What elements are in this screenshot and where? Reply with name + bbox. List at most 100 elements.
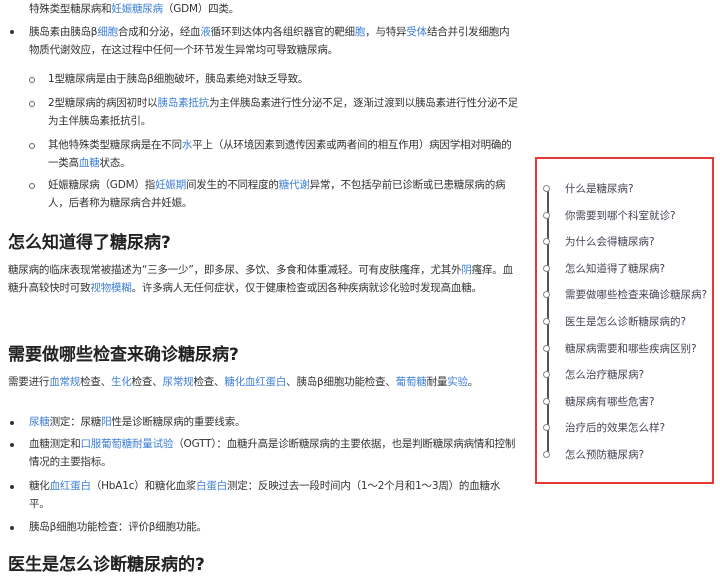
toc-node-icon (543, 264, 550, 272)
toc-item[interactable]: 治疗后的效果怎么样? (537, 419, 712, 439)
toc-node-icon (543, 397, 550, 405)
toc-item-label: 医生是怎么诊断糖尿病的? (565, 316, 687, 328)
text-segment: 合成和分泌，经血 (117, 26, 201, 38)
text-segment: 。 (467, 376, 479, 388)
text-segment: 循环到达体内各组织器官的靶细 (210, 26, 355, 38)
inline-link[interactable]: 细胞 (97, 26, 118, 38)
bullet-icon (10, 443, 14, 447)
toc-item[interactable]: 怎么预防糖尿病? (537, 446, 712, 466)
inline-link[interactable]: 葡萄糖 (396, 376, 427, 388)
toc-item-label: 糖尿病需要和哪些疾病区别? (565, 342, 697, 355)
text-segment: 血糖测定和 (29, 438, 81, 450)
inline-link[interactable]: 妊娠期 (155, 179, 186, 191)
toc-item-label: 你需要到哪个科室就诊? (565, 209, 676, 222)
toc-item[interactable]: 为什么会得糖尿病? (537, 233, 712, 253)
text-segment: （HbA1c）和糖化血浆 (90, 480, 197, 492)
text-segment: 胰岛β细胞功能检查：评价β细胞功能。 (29, 521, 207, 533)
toc-node-icon (543, 371, 550, 379)
text-segment: 1型糖尿病是由于胰岛β细胞破坏，胰岛素绝对缺乏导致。 (48, 73, 309, 85)
toc-item[interactable]: 医生是怎么诊断糖尿病的? (537, 313, 712, 333)
list-item: 尿糖测定：尿糖阳性是诊断糖尿病的重要线索。 (29, 413, 519, 431)
text-segment: 耐量 (426, 376, 448, 388)
inline-link[interactable]: 尿糖 (29, 416, 50, 428)
toc-item-label: 怎么知道得了糖尿病? (565, 262, 666, 275)
list-item: 胰岛β细胞功能检查：评价β细胞功能。 (29, 518, 519, 536)
toc-item[interactable]: 什么是糖尿病? (537, 180, 712, 200)
paragraph: 需要进行血常规检查、生化检查、尿常规检查、糖化血红蛋白、胰岛β细胞功能检查、葡萄… (8, 373, 520, 391)
toc-node-icon (543, 424, 550, 432)
text-segment: 特殊类型糖尿病和 (29, 3, 112, 15)
table-of-contents: 什么是糖尿病? 你需要到哪个科室就诊? 为什么会得糖尿病? 怎么知道得了糖尿病? 需要做… (535, 157, 714, 484)
inline-link[interactable]: 视物模糊 (90, 282, 131, 294)
toc-item[interactable]: 需要做哪些检查来确诊糖尿病? (537, 286, 712, 306)
text-segment: 胰岛素由胰岛β (29, 26, 98, 38)
list-item: 血糖测定和口服葡萄糖耐量试验（OGTT）：血糖升高是诊断糖尿病的主要依据，也是判… (29, 435, 519, 471)
section-heading: 怎么知道得了糖尿病? (8, 233, 171, 253)
toc-node-icon (543, 344, 550, 352)
inline-link[interactable]: 生化 (111, 376, 132, 388)
inline-link[interactable]: 血糖 (79, 157, 100, 169)
inline-link[interactable]: 阴 (461, 264, 472, 276)
inline-link[interactable]: 胞 (355, 26, 366, 38)
list-item: 糖化血红蛋白（HbA1c）和糖化血浆白蛋白测定：反映过去一段时间内（1～2个月和… (29, 477, 519, 513)
inline-link[interactable]: 尿常规 (163, 376, 194, 388)
text-segment: 测定：尿糖 (49, 416, 102, 428)
inline-link[interactable]: 糖代谢 (279, 179, 310, 191)
toc-item[interactable]: 你需要到哪个科室就诊? (537, 207, 712, 227)
paragraph: 特殊类型糖尿病和妊娠糖尿病（GDM）四类。 (29, 0, 519, 18)
inline-link[interactable]: 妊娠糖尿病 (111, 3, 163, 15)
text-segment: 检查、 (193, 376, 225, 388)
inline-link[interactable]: 阳 (101, 416, 112, 428)
list-item: 2型糖尿病的病因初时以胰岛素抵抗为主伴胰岛素进行性分泌不足，逐渐过渡到以胰岛素进… (48, 94, 520, 130)
toc-node-icon (543, 185, 550, 192)
list-item: 妊娠糖尿病（GDM）指妊娠期间发生的不同程度的糖代谢异常，不包括孕前已诊断或已患… (48, 176, 520, 212)
text-segment: （GDM）四类。 (162, 3, 240, 15)
sub-bullet-icon (29, 101, 35, 107)
list-item: 1型糖尿病是由于胰岛β细胞破坏，胰岛素绝对缺乏导致。 (48, 70, 520, 88)
inline-link[interactable]: 糖化血红蛋白 (224, 376, 286, 388)
inline-link[interactable]: 血常规 (49, 376, 80, 388)
inline-link[interactable]: 口服葡萄糖耐量试验 (81, 438, 174, 450)
text-segment: 2型糖尿病的病因初时以 (48, 97, 158, 109)
toc-item-label: 什么是糖尿病? (565, 183, 634, 195)
toc-node-icon (543, 211, 550, 219)
inline-link[interactable]: 白蛋白 (196, 480, 227, 492)
inline-link[interactable]: 液 (200, 26, 211, 38)
paragraph: 糖尿病的临床表现常被描述为“三多一少”，即多尿、多饮、多食和体重减轻。可有皮肤瘙… (8, 261, 520, 297)
sub-bullet-icon (29, 77, 35, 83)
toc-item-label: 治疗后的效果怎么样? (565, 422, 666, 435)
inline-link[interactable]: 血红蛋白 (50, 480, 91, 492)
text-segment: 糖尿病的临床表现常被描述为“三多一少”，即多尿、多饮、多食和体重减轻。可有皮肤瘙… (8, 264, 462, 276)
list-item: 其他特殊类型糖尿病是在不同水平上（从环境因素到遗传因素或两者间的相互作用）病因学… (48, 136, 520, 172)
toc-node-icon (543, 318, 550, 325)
toc-item-label: 怎么预防糖尿病? (565, 449, 645, 461)
text-segment: 。许多病人无任何症状，仅于健康检查或因各种疾病就诊化验时发现高血糖。 (131, 282, 482, 294)
toc-item[interactable]: 糖尿病需要和哪些疾病区别? (537, 340, 712, 360)
text-segment: 需要进行 (8, 376, 50, 388)
toc-item[interactable]: 怎么知道得了糖尿病? (537, 260, 712, 280)
text-segment: 其他特殊类型糖尿病是在不同 (48, 139, 182, 151)
section-heading: 医生是怎么诊断糖尿病的? (8, 555, 205, 575)
sub-bullet-icon (29, 183, 35, 189)
toc-item-label: 糖尿病有哪些危害? (565, 395, 655, 408)
sub-bullet-icon (29, 143, 35, 149)
toc-item[interactable]: 怎么治疗糖尿病? (537, 366, 712, 386)
text-segment: 糖化 (29, 480, 50, 492)
inline-link[interactable]: 水 (182, 139, 193, 151)
toc-item[interactable]: 糖尿病有哪些危害? (537, 393, 712, 413)
list-item: 胰岛素由胰岛β细胞合成和分泌，经血液循环到达体内各组织器官的靶细胞，与特异受体结… (29, 23, 519, 59)
text-segment: 检查、 (80, 376, 112, 388)
text-segment: 间发生的不同程度的 (186, 179, 279, 191)
toc-item-label: 需要做哪些检查来确诊糖尿病? (565, 289, 708, 302)
inline-link[interactable]: 受体 (406, 26, 427, 38)
inline-link[interactable]: 实验 (447, 376, 468, 388)
text-segment: 检查、 (131, 376, 163, 388)
toc-node-icon (543, 238, 550, 246)
inline-link[interactable]: 胰岛素抵抗 (157, 97, 209, 109)
section-heading: 需要做哪些检查来确诊糖尿病? (8, 345, 239, 365)
text-segment: 、胰岛β细胞功能检查、 (286, 376, 396, 388)
toc-node-icon (543, 291, 550, 299)
bullet-icon (10, 30, 14, 34)
text-segment: ，与特异 (365, 26, 407, 38)
bullet-icon (10, 421, 14, 425)
